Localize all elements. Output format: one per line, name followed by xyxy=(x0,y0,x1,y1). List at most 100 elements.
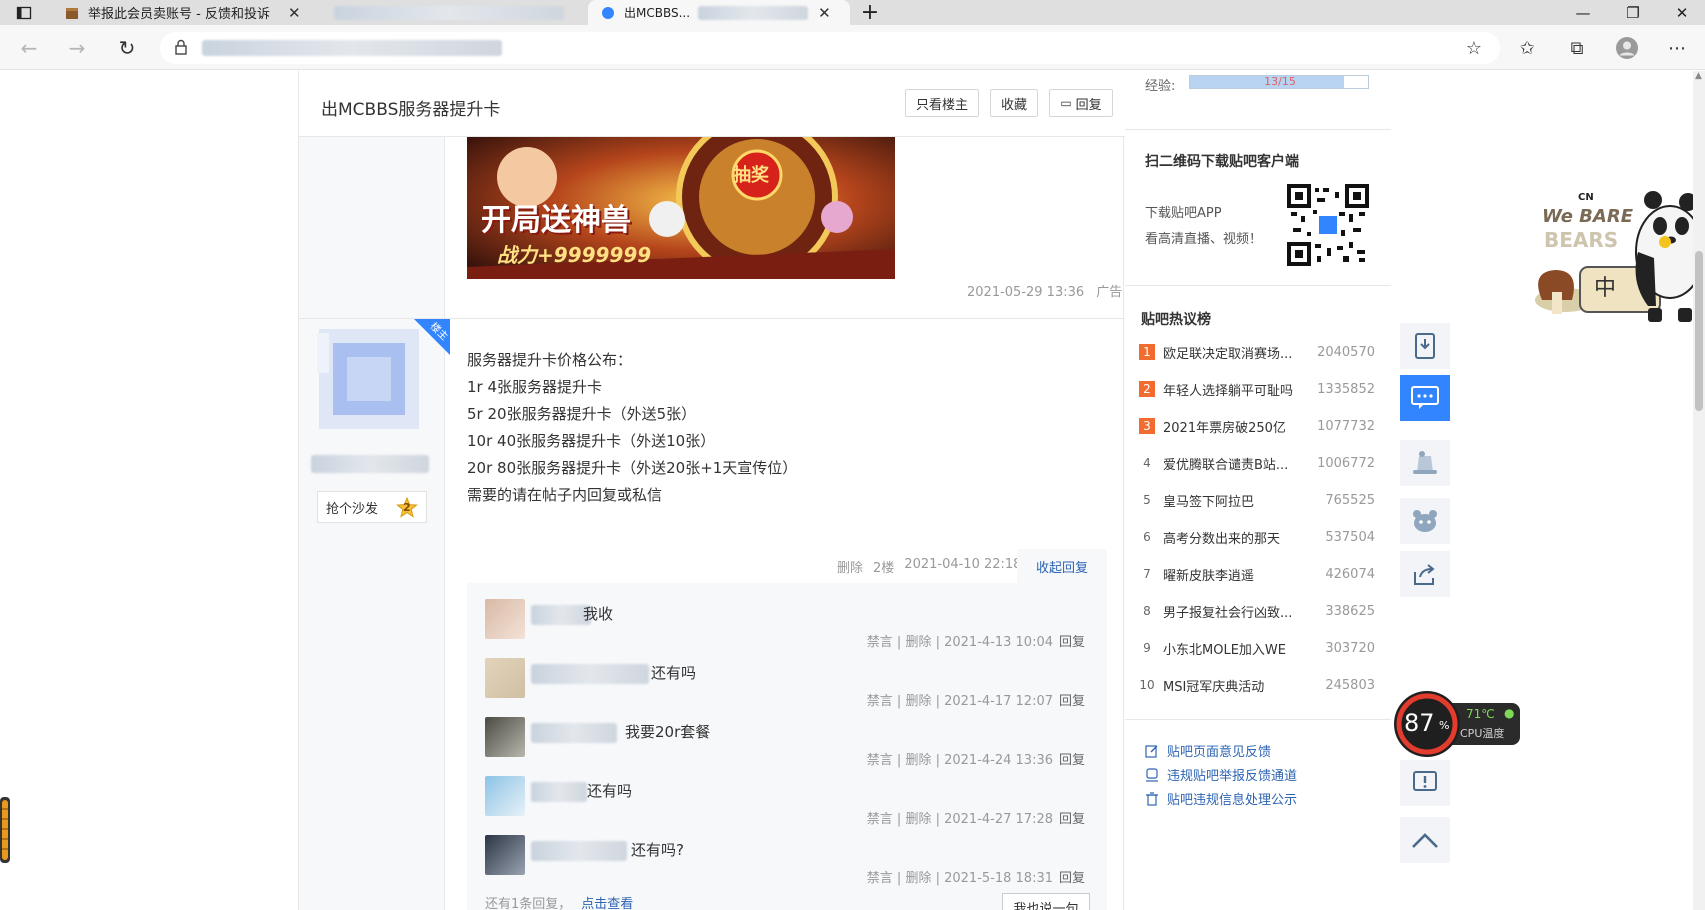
view-more-link[interactable]: 点击查看 xyxy=(581,897,633,910)
url-input[interactable]: ☆ xyxy=(160,32,1500,64)
minimize-icon[interactable]: — xyxy=(1560,0,1606,25)
forward-icon[interactable]: → xyxy=(64,35,90,61)
chevron-up-icon xyxy=(1412,833,1438,848)
page-scrollbar[interactable]: ▲ xyxy=(1693,71,1705,910)
close-icon[interactable]: ✕ xyxy=(818,4,831,22)
favorites-icon[interactable]: ✩ xyxy=(1515,36,1539,60)
new-tab-button[interactable]: + xyxy=(855,0,885,25)
hot-count: 1335852 xyxy=(1317,381,1375,397)
edit-icon xyxy=(1145,744,1158,758)
bear-button[interactable] xyxy=(1400,498,1450,544)
scroll-up-icon[interactable]: ▲ xyxy=(1695,71,1702,81)
avatar[interactable] xyxy=(485,776,525,816)
restore-icon[interactable]: ❐ xyxy=(1610,0,1656,25)
avatar[interactable] xyxy=(485,599,525,639)
favorite-button[interactable]: 收藏 xyxy=(990,89,1038,117)
delete-link[interactable]: 删除 xyxy=(905,694,931,709)
report-button[interactable] xyxy=(1400,760,1450,806)
side-drag-handle[interactable] xyxy=(0,797,10,863)
avatar[interactable] xyxy=(485,658,525,698)
profile-avatar[interactable] xyxy=(1615,36,1639,60)
right-sidebar: 经验: 13/15 扫二维码下载贴吧客户端 下载贴吧APP 看高清直播、视频！ xyxy=(1125,71,1391,910)
ban-link[interactable]: 禁言 xyxy=(867,871,893,886)
feedback-link[interactable]: 贴吧页面意见反馈 xyxy=(1145,741,1271,760)
divider xyxy=(1125,285,1391,286)
we-bare-bears-mascot[interactable]: CN We BARE BEARS 中 xyxy=(1520,182,1705,327)
tab-current[interactable]: 出MCBBS... ✕ xyxy=(588,0,850,25)
list-item[interactable]: 9 小东北MOLE加入WE 303720 xyxy=(1139,638,1375,658)
delete-link[interactable]: 删除 xyxy=(905,635,931,650)
close-icon[interactable]: ✕ xyxy=(288,4,301,22)
avatar[interactable] xyxy=(485,717,525,757)
reply-time: 2021-4-27 17:28 xyxy=(944,812,1053,827)
level-badge-icon: 2 xyxy=(396,496,418,519)
comment-icon: ▭ xyxy=(1060,96,1072,110)
add-favorite-icon[interactable]: ☆ xyxy=(1462,36,1486,60)
hot-title: 年轻人选择躺平可耻吗 xyxy=(1163,383,1294,399)
delete-link[interactable]: 删除 xyxy=(905,871,931,886)
tab-strip: 举报此会员卖账号 - 反馈和投诉 ✕ 出MCBBS... ✕ + — ❐ ✕ xyxy=(0,0,1705,25)
reply-button[interactable]: ▭ 回复 xyxy=(1049,89,1113,117)
reply-link[interactable]: 回复 xyxy=(1059,871,1085,886)
list-item[interactable]: 7 曜新皮肤李逍遥 426074 xyxy=(1139,564,1375,584)
list-item[interactable]: 3 2021年票房破250亿 1077732 xyxy=(1139,416,1375,436)
say-something-button[interactable]: 我也说一句 xyxy=(1002,893,1090,910)
reply-link[interactable]: 回复 xyxy=(1059,753,1085,768)
list-item[interactable]: 2 年轻人选择躺平可耻吗 1335852 xyxy=(1139,379,1375,399)
back-icon[interactable]: ← xyxy=(16,35,42,61)
blurred-tab-title xyxy=(698,5,809,20)
report-link[interactable]: 违规贴吧举报反馈通道 xyxy=(1145,765,1297,784)
leaf-icon: ● xyxy=(1504,706,1515,720)
reply-text: 我收 xyxy=(583,605,614,623)
reply-link[interactable]: 回复 xyxy=(1059,812,1085,827)
ad-banner[interactable]: 开局送神兽 战力+9999999 抽奖 xyxy=(467,137,895,279)
reply-link[interactable]: 回复 xyxy=(1059,694,1085,709)
mascot-line-1: We BARE xyxy=(1542,206,1633,227)
window-close-icon[interactable]: ✕ xyxy=(1659,0,1705,25)
delete-link[interactable]: 删除 xyxy=(905,753,931,768)
scroll-thumb[interactable] xyxy=(1695,251,1703,411)
ad-lottery: 抽奖 xyxy=(733,165,769,186)
list-item[interactable]: 1 欧足联决定取消赛场... 2040570 xyxy=(1139,342,1375,362)
download-app-button[interactable] xyxy=(1400,323,1450,369)
address-bar-row: ← → ↻ ☆ ✩ ⧉ ⋯ xyxy=(0,25,1705,70)
share-button[interactable] xyxy=(1400,551,1450,597)
tab-actions-icon[interactable] xyxy=(6,0,42,25)
collapse-replies-button[interactable]: 收起回复 xyxy=(1017,549,1107,583)
tab-report[interactable]: 举报此会员卖账号 - 反馈和投诉 ✕ xyxy=(52,0,317,25)
avatar[interactable] xyxy=(485,835,525,875)
notice-link[interactable]: 贴吧违规信息处理公示 xyxy=(1145,789,1297,808)
collections-icon[interactable]: ⧉ xyxy=(1565,36,1589,60)
back-to-top-button[interactable] xyxy=(1400,817,1450,863)
delete-link[interactable]: 删除 xyxy=(905,812,931,827)
cpu-label: CPU温度 xyxy=(1460,727,1505,740)
message-button[interactable] xyxy=(1400,375,1450,421)
refresh-icon[interactable]: ↻ xyxy=(114,35,140,61)
hot-count: 1077732 xyxy=(1317,418,1375,434)
ban-link[interactable]: 禁言 xyxy=(867,694,893,709)
reply-list: 我收 禁言 | 删除 | 2021-4-13 10:04 回复 还有吗 禁言 | … xyxy=(467,583,1107,910)
sofa-button[interactable]: 抢个沙发 2 xyxy=(317,491,427,523)
ban-link[interactable]: 禁言 xyxy=(867,753,893,768)
feedback-label: 贴吧页面意见反馈 xyxy=(1167,745,1272,760)
reply-link[interactable]: 回复 xyxy=(1059,635,1085,650)
alert-icon xyxy=(1413,771,1437,791)
tab-blurred[interactable] xyxy=(324,0,584,25)
tieba-icon xyxy=(602,6,614,19)
only-op-button[interactable]: 只看楼主 xyxy=(905,89,979,117)
hot-count: 1006772 xyxy=(1317,455,1375,471)
cpu-temperature-widget: 87 % 71℃ ● CPU温度 xyxy=(1392,689,1522,759)
list-item[interactable]: 4 爱优腾联合谴责B站... 1006772 xyxy=(1139,453,1375,473)
list-item[interactable]: 5 皇马签下阿拉巴 765525 xyxy=(1139,490,1375,510)
list-item[interactable]: 6 高考分数出来的那天 537504 xyxy=(1139,527,1375,547)
more-menu-icon[interactable]: ⋯ xyxy=(1665,36,1689,60)
ban-link[interactable]: 禁言 xyxy=(867,812,893,827)
magic-hat-button[interactable] xyxy=(1400,440,1450,486)
box-icon xyxy=(66,7,78,19)
floor-number: 2楼 xyxy=(873,561,895,576)
author-avatar[interactable] xyxy=(311,321,431,441)
list-item[interactable]: 8 男子报复社会行凶致... 338625 xyxy=(1139,601,1375,621)
list-item[interactable]: 10 MSI冠军庆典活动 245803 xyxy=(1139,675,1375,695)
ban-link[interactable]: 禁言 xyxy=(867,635,893,650)
delete-link[interactable]: 删除 xyxy=(837,557,863,576)
